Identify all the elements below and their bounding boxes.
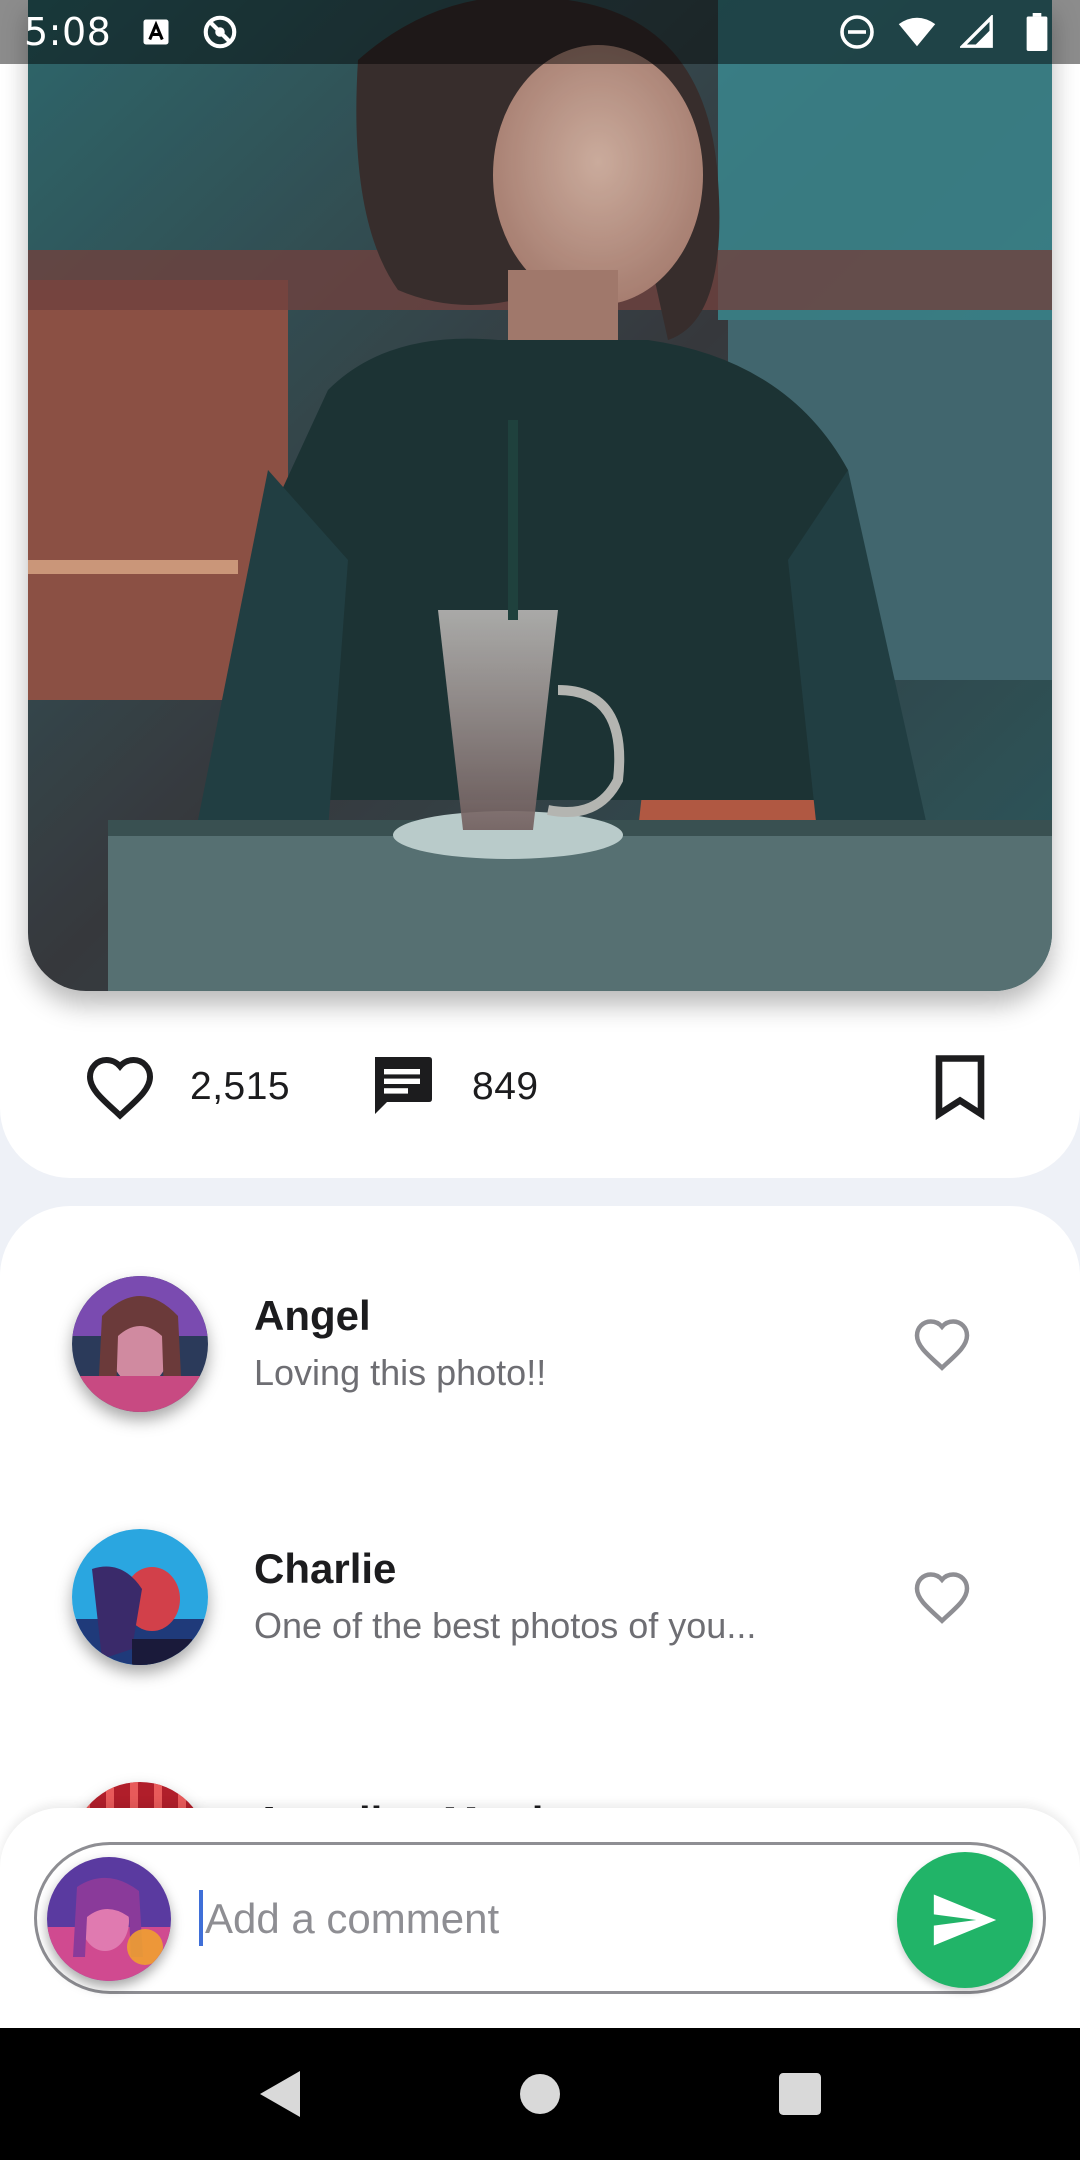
post-actions: 2,515 849 xyxy=(0,1032,1080,1142)
battery-icon xyxy=(1018,13,1056,51)
send-icon xyxy=(933,1894,997,1946)
comment-input-container[interactable] xyxy=(34,1842,1046,1994)
avatar[interactable] xyxy=(72,1276,208,1412)
comment-text: One of the best photos of you... xyxy=(254,1605,757,1646)
status-time: 5:08 xyxy=(24,10,112,54)
post-card: 2,515 849 xyxy=(0,0,1080,1178)
sync-icon xyxy=(201,13,239,51)
status-bar: 5:08 xyxy=(0,0,1080,64)
do-not-disturb-icon xyxy=(838,13,876,51)
like-action[interactable]: 2,515 xyxy=(84,1032,290,1142)
like-count: 2,515 xyxy=(190,1065,291,1108)
comment-text: Loving this photo!! xyxy=(254,1352,547,1393)
recents-square-icon xyxy=(779,2073,821,2115)
heart-outline-icon xyxy=(86,1056,154,1120)
chat-icon xyxy=(375,1057,432,1114)
heart-outline-icon xyxy=(914,1572,970,1624)
text-cursor xyxy=(199,1890,203,1946)
comment-like-button[interactable] xyxy=(912,1569,972,1625)
post-photo[interactable] xyxy=(28,0,1052,991)
current-user-avatar[interactable] xyxy=(47,1857,171,1981)
comment-item[interactable]: Angel Loving this photo!! xyxy=(0,1262,1080,1422)
back-button[interactable] xyxy=(240,2054,320,2134)
back-triangle-icon xyxy=(260,2071,300,2117)
comment-composer xyxy=(0,1808,1080,2028)
comment-like-button[interactable] xyxy=(912,1316,972,1372)
signal-icon xyxy=(958,13,996,51)
bookmark-icon xyxy=(935,1055,985,1120)
comment-input[interactable] xyxy=(205,1879,905,1959)
recents-button[interactable] xyxy=(760,2054,840,2134)
bookmark-button[interactable] xyxy=(920,1032,1000,1142)
comment-item[interactable]: Charlie One of the best photos of you... xyxy=(0,1515,1080,1675)
comment-author: Angel xyxy=(254,1292,371,1339)
home-button[interactable] xyxy=(500,2054,580,2134)
avatar[interactable] xyxy=(72,1529,208,1665)
font-a-icon xyxy=(137,13,175,51)
comment-author: Charlie xyxy=(254,1545,397,1592)
wifi-icon xyxy=(898,13,936,51)
home-circle-icon xyxy=(520,2074,560,2114)
system-navigation-bar xyxy=(0,2028,1080,2160)
send-button[interactable] xyxy=(897,1852,1033,1988)
comments-action[interactable]: 849 xyxy=(366,1032,539,1142)
comment-count: 849 xyxy=(472,1065,539,1108)
heart-outline-icon xyxy=(914,1319,970,1371)
